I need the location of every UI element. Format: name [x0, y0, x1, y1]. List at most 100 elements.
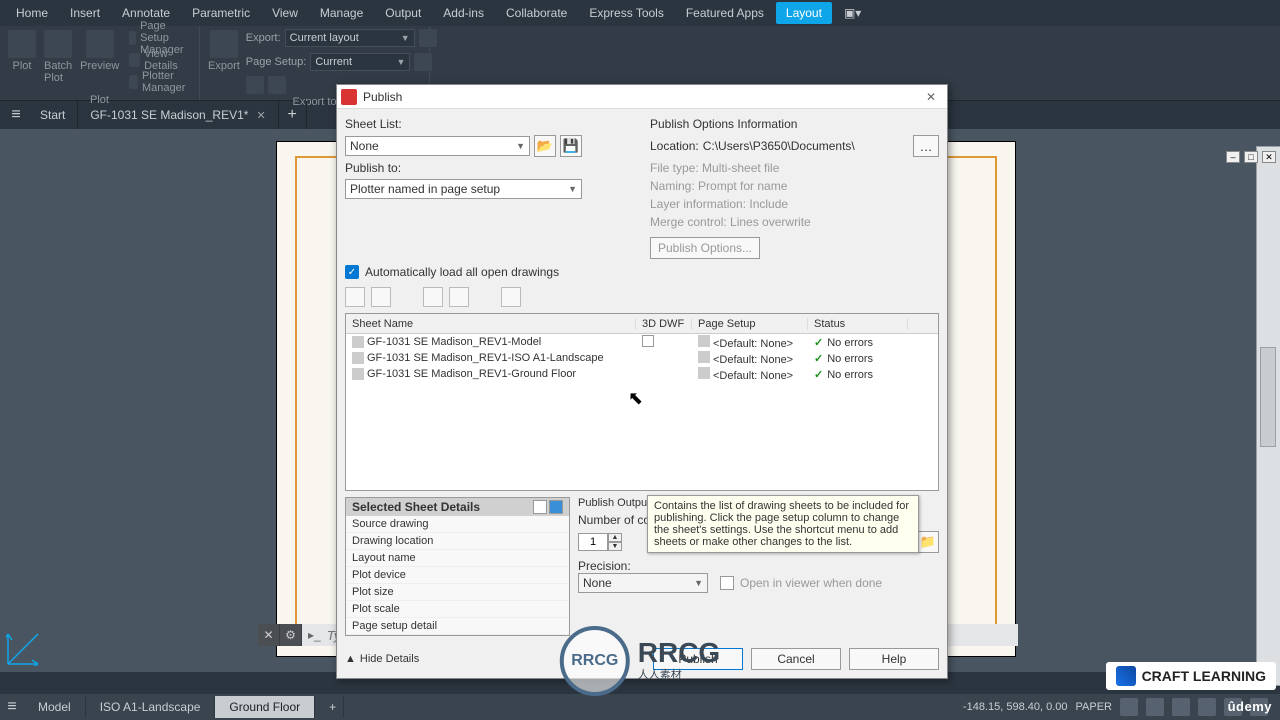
status-btn[interactable]	[1198, 698, 1216, 716]
hide-details-toggle[interactable]: ▲Hide Details	[345, 648, 419, 670]
open-viewer-checkbox[interactable]: Open in viewer when done	[720, 576, 882, 590]
detail-row: Plot scale	[346, 601, 569, 618]
space-mode[interactable]: PAPER	[1076, 701, 1112, 713]
view-details-button[interactable]: View Details	[125, 50, 194, 70]
remove-sheets-button[interactable]	[371, 287, 391, 307]
batch-plot-label: BatchPlot	[44, 60, 72, 84]
tab-layout[interactable]: Layout	[776, 2, 832, 24]
output-folder-button[interactable]: 📁	[917, 531, 939, 553]
tab-manage[interactable]: Manage	[310, 2, 373, 24]
cancel-button[interactable]: Cancel	[751, 648, 841, 670]
new-tab-button[interactable]: +	[279, 101, 307, 129]
add-layout-button[interactable]: +	[315, 696, 344, 718]
sheet-icon	[352, 352, 364, 364]
palette-handle[interactable]	[1260, 347, 1276, 447]
tab-insert[interactable]: Insert	[60, 2, 110, 24]
tab-express[interactable]: Express Tools	[579, 2, 673, 24]
cmd-prompt-icon: ▸_	[302, 628, 327, 642]
layout-menu-icon[interactable]: ≡	[0, 695, 24, 719]
col-sheet-name[interactable]: Sheet Name	[346, 318, 636, 330]
location-value: C:\Users\P3650\Documents\	[703, 139, 855, 153]
tab-collaborate[interactable]: Collaborate	[496, 2, 577, 24]
table-row[interactable]: GF-1031 SE Madison_REV1-Ground Floor <De…	[346, 366, 938, 382]
close-icon[interactable]: ✕	[256, 109, 265, 122]
plotter-manager-button[interactable]: Plotter Manager	[125, 72, 194, 92]
detail-row: Drawing location	[346, 533, 569, 550]
copies-input[interactable]	[578, 533, 608, 551]
open-sheet-list-button[interactable]: 📂	[534, 135, 556, 157]
publish-options-button[interactable]: Publish Options...	[650, 237, 760, 259]
details-icon[interactable]	[533, 500, 547, 514]
maximize-icon[interactable]: □	[1244, 151, 1258, 163]
naming-info: Naming: Prompt for name	[650, 179, 939, 193]
cmd-config-icon[interactable]: ⚙	[280, 624, 302, 646]
batch-plot-button[interactable]: BatchPlot	[42, 28, 74, 92]
tab-extra-icon[interactable]: ▣▾	[834, 2, 871, 24]
layout-tab-iso[interactable]: ISO A1-Landscape	[86, 696, 216, 718]
preview-label: Preview	[80, 60, 119, 72]
preview-button[interactable]	[501, 287, 521, 307]
copies-spinner[interactable]: ▲▼	[578, 533, 622, 551]
tab-view[interactable]: View	[262, 2, 308, 24]
layout-tab-model[interactable]: Model	[24, 696, 86, 718]
page-setup-manager-button[interactable]: Page Setup Manager	[125, 28, 194, 48]
sheet-list-dropdown[interactable]: None▼	[345, 136, 530, 156]
page-setup-icon	[698, 335, 710, 347]
preview-button[interactable]: Preview	[78, 28, 121, 92]
ribbon-tabs: Home Insert Annotate Parametric View Man…	[0, 0, 1280, 26]
tab-parametric[interactable]: Parametric	[182, 2, 260, 24]
check-icon: ✓	[814, 337, 823, 349]
details-icon[interactable]	[549, 500, 563, 514]
plot-button[interactable]: Plot	[6, 28, 38, 92]
status-btn[interactable]	[1172, 698, 1190, 716]
tab-featured[interactable]: Featured Apps	[676, 2, 774, 24]
auto-load-checkbox[interactable]: ✓ Automatically load all open drawings	[345, 265, 939, 279]
publish-to-label: Publish to:	[345, 161, 582, 175]
spin-up-icon[interactable]: ▲	[608, 533, 622, 542]
start-tab[interactable]: Start	[28, 101, 78, 129]
sheet-icon	[352, 368, 364, 380]
table-row[interactable]: GF-1031 SE Madison_REV1-Model <Default: …	[346, 334, 938, 350]
page-setup-select[interactable]: Page Setup:Current▼	[246, 52, 437, 72]
sheet-toolbar	[345, 287, 939, 307]
location-browse-button[interactable]: …	[913, 135, 939, 157]
sheet-table[interactable]: Sheet Name 3D DWF Page Setup Status GF-1…	[345, 313, 939, 491]
publish-to-dropdown[interactable]: Plotter named in page setup▼	[345, 179, 582, 199]
help-button[interactable]: Help	[849, 648, 939, 670]
tab-addins[interactable]: Add-ins	[433, 2, 494, 24]
detail-row: Page setup detail	[346, 618, 569, 635]
export-button[interactable]: Export	[206, 28, 242, 94]
add-sheets-button[interactable]	[345, 287, 365, 307]
ucs-icon	[6, 626, 46, 666]
status-btn[interactable]	[1146, 698, 1164, 716]
status-btn[interactable]	[1120, 698, 1138, 716]
tab-home[interactable]: Home	[6, 2, 58, 24]
spin-down-icon[interactable]: ▼	[608, 542, 622, 551]
tab-output[interactable]: Output	[375, 2, 431, 24]
menu-icon[interactable]: ≡	[4, 103, 28, 127]
options-header: Publish Options Information	[650, 117, 939, 131]
layout-tab-ground[interactable]: Ground Floor	[215, 696, 315, 718]
tooltip: Contains the list of drawing sheets to b…	[647, 495, 919, 553]
move-down-button[interactable]	[449, 287, 469, 307]
detail-row: Plot device	[346, 567, 569, 584]
move-up-button[interactable]	[423, 287, 443, 307]
col-page-setup[interactable]: Page Setup	[692, 318, 808, 330]
export-select[interactable]: Export:Current layout▼	[246, 28, 437, 48]
merge-info: Merge control: Lines overwrite	[650, 215, 939, 229]
details-header: Selected Sheet Details	[352, 500, 480, 514]
col-status[interactable]: Status	[808, 318, 908, 330]
table-row[interactable]: GF-1031 SE Madison_REV1-ISO A1-Landscape…	[346, 350, 938, 366]
dialog-titlebar[interactable]: Publish ✕	[337, 85, 947, 109]
dialog-close-button[interactable]: ✕	[919, 87, 943, 107]
document-tab[interactable]: GF-1031 SE Madison_REV1*✕	[78, 101, 278, 129]
precision-dropdown[interactable]: None▼	[578, 573, 708, 593]
right-palette[interactable]: – □ ✕	[1256, 146, 1280, 686]
save-sheet-list-button[interactable]: 💾	[560, 135, 582, 157]
cmd-close-icon[interactable]: ✕	[258, 624, 280, 646]
sheet-list-label: Sheet List:	[345, 117, 582, 131]
col-3d-dwf[interactable]: 3D DWF	[636, 318, 692, 330]
close-panel-icon[interactable]: ✕	[1262, 151, 1276, 163]
minimize-icon[interactable]: –	[1226, 151, 1240, 163]
page-setup-icon	[698, 367, 710, 379]
